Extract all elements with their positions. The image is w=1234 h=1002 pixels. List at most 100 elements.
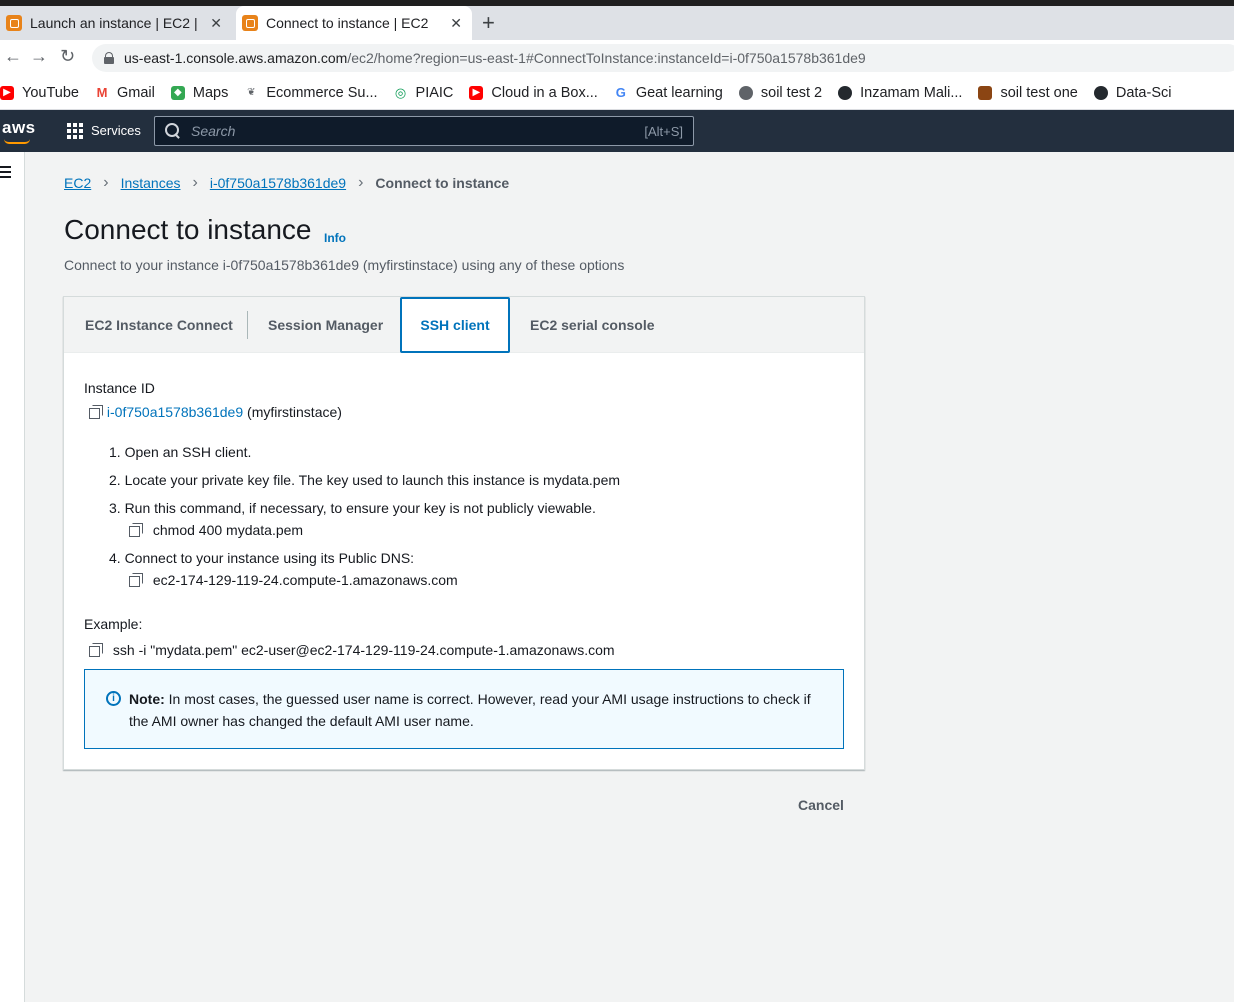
browser-tab-connect-instance[interactable]: Connect to instance | EC2 ✕ <box>236 6 472 40</box>
bookmark-maps[interactable]: ◆ Maps <box>170 84 229 101</box>
services-menu-button[interactable]: Services <box>91 123 141 138</box>
youtube-icon: ▶ <box>469 85 484 100</box>
breadcrumb-instances[interactable]: Instances <box>121 175 181 191</box>
copy-icon[interactable] <box>89 643 103 657</box>
bookmark-label: soil test one <box>1000 84 1078 101</box>
info-alert-text: Note: In most cases, the guessed user na… <box>129 688 829 732</box>
step-4: 4. Connect to your instance using its Pu… <box>109 550 415 566</box>
bookmark-label: Geat learning <box>635 84 723 101</box>
bookmark-youtube[interactable]: ▶ YouTube <box>0 85 79 101</box>
bookmark-label: Ecommerce Su... <box>266 84 378 101</box>
step-2: 2. Locate your private key file. The key… <box>109 472 621 488</box>
g-icon: G <box>613 85 628 100</box>
aws-logo[interactable]: aws <box>2 118 36 138</box>
bookmark-inzamam[interactable]: Inzamam Mali... <box>838 85 962 101</box>
back-arrow-icon[interactable]: ← <box>4 46 22 67</box>
aws-search-input[interactable]: Search [Alt+S] <box>154 116 694 146</box>
chevron-right-icon: › <box>192 174 198 191</box>
bookmark-gmail[interactable]: M Gmail <box>94 85 155 101</box>
lock-icon <box>104 52 114 64</box>
instance-id-row: i-0f750a1578b361de9 (myfirstinstace) <box>89 404 342 420</box>
chevron-right-icon: › <box>358 174 364 191</box>
services-grid-icon[interactable] <box>67 123 83 139</box>
site-icon <box>978 85 993 100</box>
hamburger-menu-icon[interactable] <box>0 166 11 178</box>
bookmark-label: Maps <box>192 84 229 101</box>
breadcrumb: EC2 › Instances › i-0f750a1578b361de9 › … <box>64 174 509 192</box>
gmail-icon: M <box>94 85 109 100</box>
example-command-row: ssh -i "mydata.pem" ec2-user@ec2-174-129… <box>89 642 615 658</box>
tab-session-manager[interactable]: Session Manager <box>268 297 383 353</box>
chevron-right-icon: › <box>103 174 109 191</box>
piaic-icon: ◎ <box>393 84 408 100</box>
browser-tab-launch-instance[interactable]: Launch an instance | EC2 | ✕ <box>0 6 232 40</box>
tab-ec2-serial-console[interactable]: EC2 serial console <box>530 297 655 353</box>
side-nav-rail <box>0 152 25 1002</box>
note-text: In most cases, the guessed user name is … <box>129 691 811 729</box>
bookmark-label: Inzamam Mali... <box>860 84 963 101</box>
tab-ssh-client[interactable]: SSH client <box>400 297 510 353</box>
cancel-button[interactable]: Cancel <box>798 797 844 813</box>
bookmark-label: soil test 2 <box>760 84 823 101</box>
url-path: /ec2/home?region=us-east-1#ConnectToInst… <box>347 50 866 66</box>
instance-id-link[interactable]: i-0f750a1578b361de9 <box>107 404 243 420</box>
search-shortcut: [Alt+S] <box>644 123 683 139</box>
connect-options-panel: EC2 Instance Connect Session Manager SSH… <box>63 296 865 770</box>
info-icon: i <box>106 691 121 706</box>
step-1: 1. Open an SSH client. <box>109 444 252 460</box>
instance-id-label: Instance ID <box>84 380 155 396</box>
forward-arrow-icon[interactable]: → <box>30 46 48 67</box>
connect-tabs: EC2 Instance Connect Session Manager SSH… <box>64 297 864 353</box>
bookmark-label: PIAIC <box>415 84 454 101</box>
url-input[interactable]: us-east-1.console.aws.amazon.com/ec2/hom… <box>92 44 1234 72</box>
instance-name: (myfirstinstace) <box>247 404 342 420</box>
url-host: us-east-1.console.aws.amazon.com <box>124 50 348 66</box>
globe-icon <box>738 85 753 100</box>
info-alert: i Note: In most cases, the guessed user … <box>84 669 844 749</box>
chmod-command-row: chmod 400 mydata.pem <box>129 522 303 538</box>
aws-top-nav: aws Services Search [Alt+S] <box>0 110 1234 152</box>
tab-title: Launch an instance | EC2 | <box>30 15 198 31</box>
tab-close-icon[interactable]: ✕ <box>210 15 222 32</box>
bookmark-great-learning[interactable]: G Geat learning <box>613 84 723 101</box>
breadcrumb-instance-id[interactable]: i-0f750a1578b361de9 <box>210 175 346 191</box>
public-dns: ec2-174-129-119-24.compute-1.amazonaws.c… <box>152 572 458 588</box>
copy-icon[interactable] <box>129 573 143 587</box>
youtube-icon: ▶ <box>0 85 14 100</box>
bookmark-label: Cloud in a Box... <box>491 84 598 101</box>
bookmark-soil-test-2[interactable]: soil test 2 <box>738 84 823 101</box>
bookmark-piaic[interactable]: ◎ PIAIC <box>393 84 454 101</box>
bookmark-cloud-in-a-box[interactable]: ▶ Cloud in a Box... <box>469 84 598 101</box>
tab-divider <box>247 311 248 339</box>
public-dns-row: ec2-174-129-119-24.compute-1.amazonaws.c… <box>129 572 458 588</box>
step-3: 3. Run this command, if necessary, to en… <box>109 500 596 516</box>
tab-close-icon[interactable]: ✕ <box>450 15 462 32</box>
page-title: Connect to instance <box>64 214 312 245</box>
browser-tab-bar: Launch an instance | EC2 | ✕ Connect to … <box>0 6 1234 40</box>
search-icon <box>165 123 181 139</box>
bookmark-label: YouTube <box>22 84 79 101</box>
bookmarks-bar: ▶ YouTube M Gmail ◆ Maps ❦ Ecommerce Su... ◎… <box>0 76 1234 110</box>
bookmark-ecommerce[interactable]: ❦ Ecommerce Su... <box>244 84 378 101</box>
tab-ec2-instance-connect[interactable]: EC2 Instance Connect <box>85 297 233 353</box>
leaf-icon: ❦ <box>244 85 259 100</box>
address-bar: ← → ↻ us-east-1.console.aws.amazon.com/e… <box>0 40 1234 76</box>
github-icon <box>838 85 853 100</box>
bookmark-data-sci[interactable]: Data-Sci <box>1093 85 1171 101</box>
maps-icon: ◆ <box>170 85 185 100</box>
search-placeholder: Search <box>191 123 236 139</box>
breadcrumb-ec2[interactable]: EC2 <box>64 175 91 191</box>
note-bold: Note: <box>129 691 165 707</box>
bookmark-soil-test-one[interactable]: soil test one <box>978 84 1078 101</box>
page-description: Connect to your instance i-0f750a1578b36… <box>64 257 625 273</box>
info-link[interactable]: Info <box>324 231 346 245</box>
example-command: ssh -i "mydata.pem" ec2-user@ec2-174-129… <box>112 642 615 658</box>
aws-favicon-icon <box>6 15 22 31</box>
new-tab-button[interactable]: + <box>482 12 495 34</box>
tab-title: Connect to instance | EC2 <box>266 15 429 31</box>
breadcrumb-current: Connect to instance <box>375 175 510 191</box>
copy-icon[interactable] <box>129 523 143 537</box>
reload-icon[interactable]: ↻ <box>60 46 75 67</box>
copy-icon[interactable] <box>89 405 103 419</box>
github-icon <box>1093 85 1108 100</box>
